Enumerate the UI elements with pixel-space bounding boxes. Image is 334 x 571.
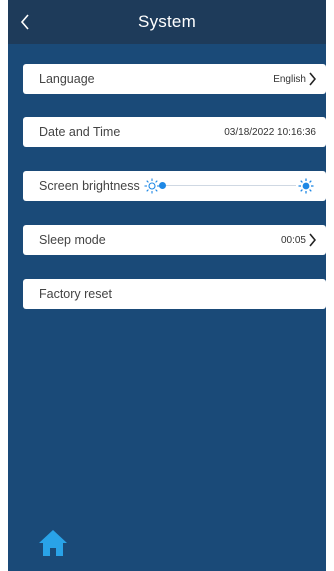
sleep-mode-value-group: 00:05 <box>281 233 316 247</box>
screen-brightness-row[interactable]: Screen brightness <box>23 171 326 201</box>
chevron-right-icon <box>309 233 316 247</box>
screen-brightness-label: Screen brightness <box>39 179 140 193</box>
sun-filled-icon <box>298 178 314 194</box>
sleep-mode-label: Sleep mode <box>39 233 106 247</box>
sun-outline-icon <box>144 178 160 194</box>
date-time-row[interactable]: Date and Time 03/18/2022 10:16:36 <box>23 117 326 147</box>
home-icon <box>39 530 67 556</box>
brightness-slider[interactable] <box>144 177 314 195</box>
sleep-mode-row[interactable]: Sleep mode 00:05 <box>23 225 326 255</box>
language-value: English <box>273 73 306 85</box>
factory-reset-row[interactable]: Factory reset <box>23 279 326 309</box>
chevron-right-icon <box>309 72 316 86</box>
top-bar: System <box>8 0 326 44</box>
home-button[interactable] <box>36 526 70 560</box>
date-time-value: 03/18/2022 10:16:36 <box>224 126 316 138</box>
slider-knob[interactable] <box>158 182 166 189</box>
language-row[interactable]: Language English <box>23 64 326 94</box>
sleep-mode-value: 00:05 <box>280 234 306 246</box>
page-title: System <box>138 12 196 31</box>
factory-reset-label: Factory reset <box>39 287 112 301</box>
language-label: Language <box>39 72 95 86</box>
date-time-label: Date and Time <box>39 125 121 139</box>
slider-track <box>161 185 296 186</box>
app-screen: System Language English Date and Time 03… <box>8 0 326 571</box>
language-value-group: English <box>273 72 316 86</box>
